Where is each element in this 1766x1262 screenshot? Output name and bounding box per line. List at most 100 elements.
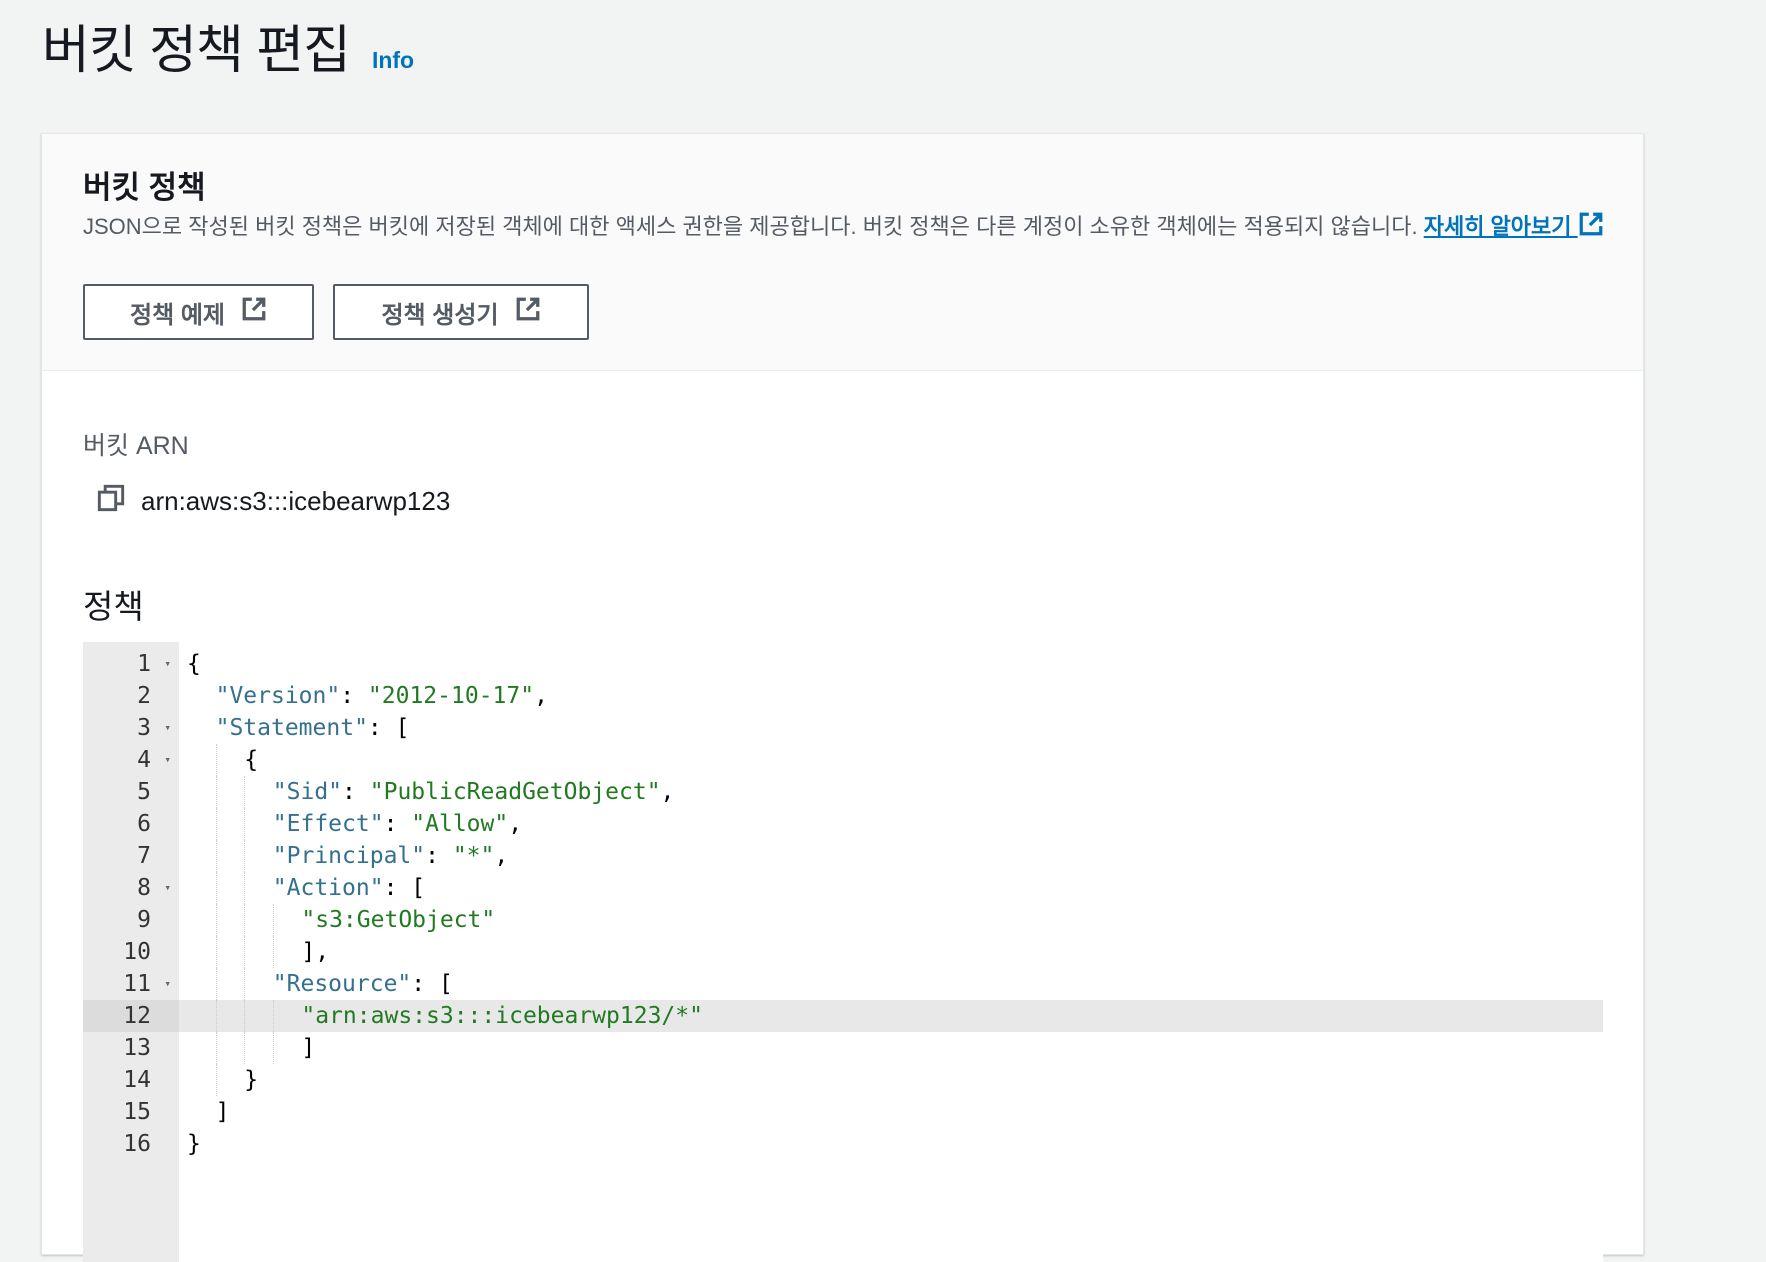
code-line[interactable]: 1 ▾ { bbox=[83, 648, 1603, 680]
code-line[interactable]: 2 "Version": "2012-10-17", bbox=[83, 680, 1603, 712]
code-line[interactable]: 15] bbox=[83, 1096, 1603, 1128]
json-string: "*" bbox=[452, 843, 495, 869]
code-line[interactable]: 11 ▾ "Resource": [ bbox=[83, 968, 1603, 1000]
json-punctuation: , bbox=[494, 843, 509, 869]
json-punctuation: } bbox=[187, 1131, 201, 1157]
json-punctuation: ] bbox=[301, 1035, 316, 1061]
code-line[interactable]: 9 "s3:GetObject" bbox=[83, 904, 1603, 936]
info-link[interactable]: Info bbox=[372, 47, 414, 74]
indent-guide bbox=[215, 840, 217, 872]
indent-guide bbox=[244, 1000, 246, 1032]
indent-guide bbox=[215, 872, 217, 904]
line-number: 4 ▾ bbox=[83, 744, 179, 776]
indent-guide bbox=[272, 904, 274, 936]
json-punctuation: : [ bbox=[367, 715, 410, 741]
indent-guide bbox=[215, 1032, 217, 1064]
code-text: "s3:GetObject" bbox=[301, 904, 495, 936]
page-title: 버킷 정책 편집 bbox=[42, 22, 351, 80]
json-punctuation: : bbox=[425, 843, 453, 869]
json-string: "s3:GetObject" bbox=[301, 907, 496, 933]
fold-arrow-icon[interactable]: ▾ bbox=[164, 968, 171, 1000]
line-number: 1 ▾ bbox=[83, 648, 179, 680]
code-text: "Statement": [ bbox=[216, 712, 410, 744]
code-line[interactable]: 16} bbox=[83, 1128, 1603, 1160]
code-line[interactable]: 10], bbox=[83, 936, 1603, 968]
card-description: JSON으로 작성된 버킷 정책은 버킷에 저장된 객체에 대한 액세스 권한을… bbox=[83, 210, 1643, 246]
code-text: "arn:aws:s3:::icebearwp123/*" bbox=[301, 1000, 703, 1032]
code-line[interactable]: 8 ▾ "Action": [ bbox=[83, 872, 1603, 904]
json-punctuation: : bbox=[383, 811, 412, 837]
json-key: "Action" bbox=[272, 875, 384, 901]
indent-guide bbox=[272, 936, 274, 968]
indent-guide bbox=[215, 936, 217, 968]
bucket-policy-card: 버킷 정책 JSON으로 작성된 버킷 정책은 버킷에 저장된 객체에 대한 액… bbox=[41, 133, 1644, 1262]
code-line[interactable]: 4 ▾ { bbox=[83, 744, 1603, 776]
fold-arrow-icon[interactable]: ▾ bbox=[164, 648, 171, 680]
code-text: } bbox=[187, 1128, 201, 1160]
policy-editor[interactable]: 1 ▾ {2 "Version": "2012-10-17", 3 ▾ "Statement… bbox=[83, 642, 1603, 1262]
line-number: 5 bbox=[137, 779, 151, 805]
fold-arrow-icon[interactable]: ▾ bbox=[164, 744, 171, 776]
line-number: 15 bbox=[123, 1099, 151, 1125]
json-punctuation: { bbox=[244, 747, 259, 773]
code-line[interactable]: 13] bbox=[83, 1032, 1603, 1064]
line-number: 13 bbox=[123, 1035, 151, 1061]
indent-guide bbox=[215, 904, 217, 936]
json-punctuation: , bbox=[534, 683, 548, 709]
indent-guide bbox=[215, 1000, 217, 1032]
code-line[interactable]: 5 "Sid": "PublicReadGetObject", bbox=[83, 776, 1603, 808]
code-text: "Resource": [ bbox=[273, 968, 453, 1000]
copy-icon[interactable] bbox=[97, 484, 125, 519]
indent-guide bbox=[244, 904, 246, 936]
code-text: "Effect": "Allow", bbox=[273, 808, 522, 840]
indent-guide bbox=[244, 1032, 246, 1064]
learn-more-label: 자세히 알아보기 bbox=[1423, 214, 1572, 239]
code-line[interactable]: 7 "Principal": "*", bbox=[83, 840, 1603, 872]
policy-examples-button[interactable]: 정책 예제 bbox=[83, 284, 314, 340]
code-line[interactable]: 6 "Effect": "Allow", bbox=[83, 808, 1603, 840]
fold-arrow-icon[interactable]: ▾ bbox=[164, 872, 171, 904]
code-line[interactable]: 14} bbox=[83, 1064, 1603, 1096]
bucket-arn: arn:aws:s3:::icebearwp123 bbox=[97, 484, 450, 519]
indent-guide bbox=[215, 808, 217, 840]
code-text: "Version": "2012-10-17", bbox=[216, 680, 548, 712]
learn-more-link[interactable]: 자세히 알아보기 bbox=[1423, 212, 1604, 239]
policy-examples-label: 정책 예제 bbox=[130, 301, 225, 329]
policy-generator-button[interactable]: 정책 생성기 bbox=[333, 284, 589, 340]
code-text: ], bbox=[301, 936, 329, 968]
indent-guide bbox=[244, 872, 246, 904]
line-number: 8 ▾ bbox=[83, 872, 179, 904]
code-line[interactable]: 12 "arn:aws:s3:::icebearwp123/*" bbox=[83, 1000, 1603, 1032]
fold-arrow-icon[interactable]: ▾ bbox=[164, 712, 171, 744]
description-text: JSON으로 작성된 버킷 정책은 버킷에 저장된 객체에 대한 액세스 권한을… bbox=[83, 214, 1424, 239]
code-text: } bbox=[244, 1064, 258, 1096]
json-punctuation: : bbox=[340, 683, 368, 709]
json-punctuation: , bbox=[660, 779, 675, 805]
line-number: 2 bbox=[137, 683, 151, 709]
json-punctuation: : [ bbox=[383, 875, 426, 901]
code-line[interactable]: 3 ▾ "Statement": [ bbox=[83, 712, 1603, 744]
json-punctuation: ] bbox=[215, 1099, 230, 1125]
json-key: "Principal" bbox=[272, 843, 426, 869]
json-string: "Allow" bbox=[411, 811, 509, 837]
bucket-arn-label: 버킷 ARN bbox=[83, 432, 189, 460]
json-punctuation: : [ bbox=[411, 971, 453, 997]
json-key: "Version" bbox=[215, 683, 341, 709]
line-number: 3 ▾ bbox=[83, 712, 179, 744]
code-text: "Principal": "*", bbox=[273, 840, 508, 872]
code-text: ] bbox=[301, 1032, 315, 1064]
policy-generator-label: 정책 생성기 bbox=[381, 301, 499, 329]
json-punctuation: : bbox=[342, 779, 370, 805]
json-string: "arn:aws:s3:::icebearwp123/*" bbox=[301, 1003, 703, 1029]
indent-guide bbox=[272, 1000, 274, 1032]
code-text: { bbox=[244, 744, 258, 776]
indent-guide bbox=[244, 808, 246, 840]
line-number: 14 bbox=[123, 1067, 151, 1093]
page-header: 버킷 정책 편집 Info bbox=[42, 8, 414, 83]
bucket-arn-value: arn:aws:s3:::icebearwp123 bbox=[141, 486, 451, 516]
indent-guide bbox=[215, 1064, 217, 1096]
code-text: "Sid": "PublicReadGetObject", bbox=[273, 776, 675, 808]
json-punctuation: ], bbox=[301, 939, 330, 965]
code-text: ] bbox=[216, 1096, 230, 1128]
external-link-icon bbox=[515, 296, 541, 329]
